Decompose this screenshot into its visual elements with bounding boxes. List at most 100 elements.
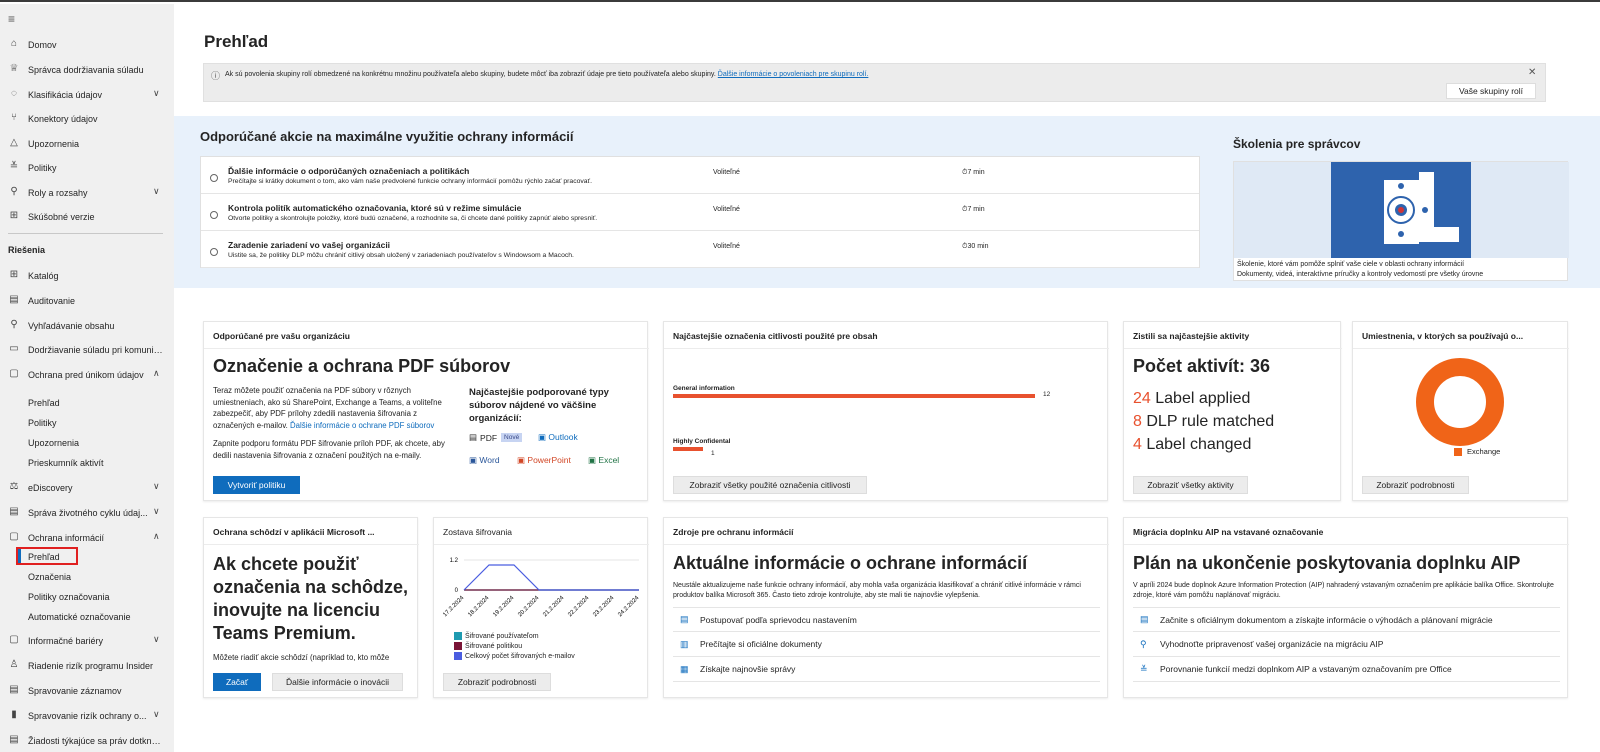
pdf-card-header: Odporúčané pre vašu organizáciu: [213, 331, 350, 341]
sidebar-item[interactable]: △ Upozornenia: [0, 134, 174, 154]
word-icon: ▣: [469, 455, 480, 465]
insider-icon: ♙: [9, 659, 19, 670]
legend-item: Celkový počet šifrovaných e-mailov: [454, 652, 575, 662]
sidebar-subitem[interactable]: Politiky označovania: [28, 592, 110, 602]
sidebar-item[interactable]: ⚲ Roly a rozsahy ∨: [0, 183, 174, 203]
x-tick-label: 19.2.2024: [492, 595, 516, 619]
bar[interactable]: [673, 394, 1035, 398]
view-details-button[interactable]: Zobraziť podrobnosti: [443, 673, 551, 691]
start-button[interactable]: Začať: [213, 673, 261, 691]
sidebar-item[interactable]: ▤ Žiadosti týkajúce sa práv dotknut...: [0, 731, 174, 751]
policy-icon: ≚: [9, 161, 19, 172]
radio-button[interactable]: [210, 174, 218, 182]
sidebar-item[interactable]: ≚ Politiky: [0, 158, 174, 178]
recommended-row[interactable]: Zaradenie zariadení vo vašej organizácii…: [201, 231, 1199, 268]
resource-link[interactable]: ▤ Začnite s oficiálnym dokumentom a získa…: [1133, 607, 1560, 632]
sidebar-subitem[interactable]: Automatické označovanie: [28, 612, 131, 622]
x-tick-label: 24.2.2024: [617, 595, 641, 619]
resources-text: Neustále aktualizujeme naše funkcie ochr…: [673, 582, 1081, 599]
classification-icon: ◌: [11, 88, 17, 99]
sidebar-subitem[interactable]: Prieskumník aktivít: [28, 458, 104, 468]
row-status: Voliteľné: [713, 206, 740, 213]
bar[interactable]: [673, 447, 703, 451]
sidebar-item[interactable]: ⌂ Domov: [0, 35, 174, 55]
view-all-activities-button[interactable]: Zobraziť všetky aktivity: [1133, 476, 1248, 494]
sidebar-item-label: Žiadosti týkajúce sa práv dotknut...: [28, 736, 163, 746]
resource-link[interactable]: ▦ Získajte najnovšie správy: [673, 657, 1100, 682]
activity-label: Label changed: [1146, 436, 1252, 453]
divider: [204, 348, 649, 349]
recommended-row[interactable]: Kontrola politík automatického označovan…: [201, 194, 1199, 231]
resource-link[interactable]: ▥ Prečítajte si oficiálne dokumenty: [673, 632, 1100, 657]
sidebar-item[interactable]: ▤ Správa životného cyklu údaj... ∨: [0, 503, 174, 523]
sidebar-item[interactable]: ▢ Ochrana pred únikom údajov ∧: [0, 365, 174, 385]
sidebar-item[interactable]: ⊞ Skúšobné verzie: [0, 207, 174, 227]
sidebar-subitem[interactable]: Politiky: [28, 418, 57, 428]
excel-icon: ▣: [588, 455, 599, 465]
sidebar-item[interactable]: ▤ Spravovanie záznamov: [0, 681, 174, 701]
radio-button[interactable]: [210, 248, 218, 256]
row-description: Prečítajte si krátky dokument o tom, ako…: [228, 178, 592, 185]
resource-link[interactable]: ⚲ Vyhodnoťte pripravenosť vašej organizác…: [1133, 632, 1560, 657]
divider: [8, 233, 163, 234]
resource-link[interactable]: ≚ Porovnanie funkcií medzi doplnkom AIP a…: [1133, 657, 1560, 682]
close-icon[interactable]: ✕: [1528, 67, 1536, 78]
role-groups-button[interactable]: Vaše skupiny rolí: [1446, 83, 1536, 99]
aip-card: Migrácia doplnku AIP na vstavané označov…: [1123, 517, 1569, 698]
chevron-up-icon[interactable]: ∧: [153, 531, 160, 542]
chevron-down-icon[interactable]: ∨: [153, 709, 160, 720]
upgrade-info-button[interactable]: Ďalšie informácie o inovácii: [272, 673, 403, 691]
chevron-down-icon[interactable]: ∨: [153, 186, 160, 197]
sidebar-item[interactable]: ⊞ Katalóg: [0, 266, 174, 286]
sidebar-item[interactable]: ♙ Riadenie rizík programu Insider: [0, 656, 174, 676]
pdf-learn-more-link[interactable]: Ďalšie informácie o ochrane PDF súborov: [290, 421, 434, 430]
radio-button[interactable]: [210, 211, 218, 219]
sidebar-item[interactable]: ◌ Klasifikácia údajov ∨: [0, 85, 174, 105]
training-card[interactable]: Školenie, ktoré vám pomôže splniť vaše c…: [1233, 161, 1569, 281]
sidebar-item[interactable]: ⚲ Vyhľadávanie obsahu: [0, 316, 174, 336]
sidebar-item[interactable]: ♕ Správca dodržiavania súladu: [0, 60, 174, 80]
barrier-icon: ▢: [9, 634, 19, 645]
series-line[interactable]: [463, 564, 639, 591]
recommended-row[interactable]: Ďalšie informácie o odporúčaných označen…: [201, 157, 1199, 194]
training-line1: Školenie, ktoré vám pomôže splniť vaše c…: [1237, 261, 1465, 268]
audit-icon: ▤: [9, 294, 19, 305]
file-type-label: Outlook: [548, 432, 578, 442]
row-time-value: 30 min: [967, 243, 989, 250]
resource-link[interactable]: ▤ Postupovať podľa sprievodcu nastavením: [673, 607, 1100, 632]
sidebar-item[interactable]: ⚖ eDiscovery ∨: [0, 478, 174, 498]
labels-card: Najčastejšie označenia citlivosti použit…: [663, 321, 1109, 501]
sidebar-subitem-selected[interactable]: Prehľad: [28, 552, 60, 562]
sidebar-item[interactable]: ▤ Auditovanie: [0, 291, 174, 311]
sidebar-item-label: Ochrana informácií: [28, 533, 105, 543]
activity-label: Label applied: [1155, 390, 1251, 407]
sidebar-subitem[interactable]: Upozornenia: [28, 438, 79, 448]
row-description: Uistite sa, že politiky DLP môžu chrániť…: [228, 252, 574, 259]
chevron-down-icon[interactable]: ∨: [153, 634, 160, 645]
y-tick-label: 0: [455, 588, 459, 594]
sidebar-item[interactable]: ▢ Ochrana informácií ∧: [0, 528, 174, 548]
sidebar-item-label: Riadenie rizík programu Insider: [28, 661, 154, 671]
chevron-down-icon[interactable]: ∨: [153, 481, 160, 492]
row-time: ⏱7 min: [962, 169, 985, 177]
sidebar-item[interactable]: ▢ Informačné bariéry ∨: [0, 631, 174, 651]
hamburger-menu-icon[interactable]: ≡: [8, 12, 15, 26]
sidebar-item-label: Auditovanie: [28, 296, 76, 306]
chevron-up-icon[interactable]: ∧: [153, 368, 160, 379]
chevron-down-icon[interactable]: ∨: [153, 506, 160, 517]
sidebar-subitem[interactable]: Označenia: [28, 572, 71, 582]
file-type-outlook: ▣ Outlook: [538, 432, 578, 443]
create-policy-button[interactable]: Vytvoriť politiku: [213, 476, 300, 494]
sidebar-item[interactable]: ⑂ Konektory údajov: [0, 109, 174, 129]
new-badge: Nové: [501, 433, 523, 442]
sidebar-subitem[interactable]: Prehľad: [28, 398, 60, 408]
view-details-button[interactable]: Zobraziť podrobnosti: [1362, 476, 1469, 494]
file-type-label: PowerPoint: [527, 455, 571, 465]
banner-link[interactable]: Ďalšie informácie o povoleniach pre skup…: [718, 71, 869, 78]
chevron-down-icon[interactable]: ∨: [153, 88, 160, 99]
view-all-labels-button[interactable]: Zobraziť všetky použité označenia citliv…: [673, 476, 867, 494]
resources-card: Zdroje pre ochranu informácií Aktuálne i…: [663, 517, 1109, 698]
sidebar-item[interactable]: ▭ Dodržiavanie súladu pri komunik...: [0, 340, 174, 360]
legend-label: Celkový počet šifrovaných e-mailov: [465, 653, 575, 660]
sidebar-item[interactable]: ▮ Spravovanie rizík ochrany o... ∨: [0, 706, 174, 726]
